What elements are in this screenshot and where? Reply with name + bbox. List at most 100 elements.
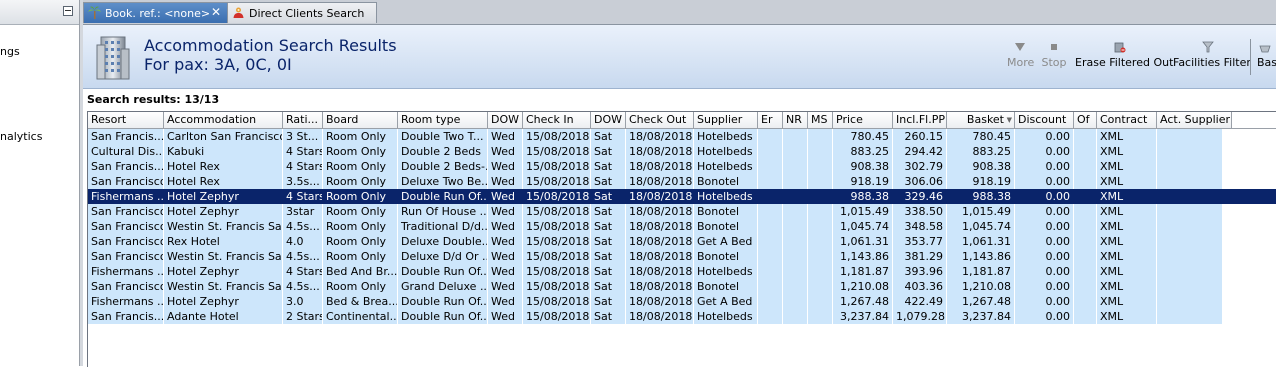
cell-nr [783,279,808,294]
cell-of [1074,264,1097,279]
column-header-er[interactable]: Er [758,112,783,128]
cell-ms [808,144,833,159]
column-header-rating[interactable]: Rati... [283,112,323,128]
cell-price: 1,015.49 [833,204,893,219]
cell-nr [783,189,808,204]
cell-ms [808,129,833,144]
cell-check-in: 15/08/2018 [523,129,591,144]
cell-er [758,189,783,204]
table-row[interactable]: San Francis... Hotel Rex 4 Stars Room Only D… [88,159,1232,174]
left-nav-item[interactable]: ngs [0,45,20,58]
cell-nr [783,159,808,174]
cell-incl-fl-pp: 353.77 [893,234,947,249]
cell-contract: XML [1097,144,1157,159]
cell-nr [783,174,808,189]
column-header-room-type[interactable]: Room type [398,112,488,128]
column-header-check-out[interactable]: Check Out [626,112,694,128]
search-results-count: Search results: 13/13 [87,93,220,106]
column-header-accommodation[interactable]: Accommodation [164,112,283,128]
cell-room-type: Double Run Of... [398,264,488,279]
basket-button[interactable]: Bas [1257,41,1276,69]
cell-resort: Fishermans ... [88,189,164,204]
table-row[interactable]: Fishermans ... Hotel Zephyr 4 Stars Room On… [88,189,1276,204]
collapse-icon[interactable] [63,6,73,16]
column-header-check-in[interactable]: Check In [523,112,591,128]
table-row[interactable]: San Francisco Westin St. Francis Sa... 4.5… [88,249,1232,264]
cell-price: 1,181.87 [833,264,893,279]
table-row[interactable]: San Francisco Westin St. Francis Sa... 4.5… [88,219,1232,234]
column-header-of[interactable]: Of [1074,112,1097,128]
cell-discount: 0.00 [1015,159,1074,174]
cell-basket: 780.45 [947,129,1015,144]
left-panel: ngs nalytics [0,0,80,366]
cell-resort: San Francisco [88,249,164,264]
cell-dow-in: Wed [488,249,523,264]
cell-ms [808,249,833,264]
column-header-contract[interactable]: Contract [1097,112,1157,128]
table-row[interactable]: San Francis... Adante Hotel 2 Stars Contine… [88,309,1232,324]
cell-board: Room Only [323,249,398,264]
column-header-dow-in[interactable]: DOW [488,112,523,128]
cell-incl-fl-pp: 294.42 [893,144,947,159]
cell-board: Room Only [323,219,398,234]
cell-board: Room Only [323,234,398,249]
tab-direct-clients-label: Direct Clients Search [249,7,365,20]
column-header-discount[interactable]: Discount [1015,112,1074,128]
cell-resort: San Francis... [88,129,164,144]
cell-supplier: Bonotel [694,249,758,264]
column-header-resort[interactable]: Resort [88,112,164,128]
tab-booking[interactable]: Book. ref.: <none> ✕ [83,2,228,23]
cell-contract: XML [1097,189,1157,204]
column-header-board[interactable]: Board [323,112,398,128]
cell-er [758,264,783,279]
erase-filtered-out-button[interactable]: Erase Filtered Out [1075,41,1173,69]
cell-dow-in: Wed [488,159,523,174]
cell-board: Room Only [323,174,398,189]
cell-discount: 0.00 [1015,309,1074,324]
cell-rating: 3.0 [283,294,323,309]
cell-accommodation: Westin St. Francis Sa... [164,279,283,294]
table-row[interactable]: Fishermans ... Hotel Zephyr 4 Stars Bed And… [88,264,1232,279]
cell-ms [808,264,833,279]
cell-rating: 4 Stars [283,189,323,204]
tab-direct-clients-search[interactable]: Direct Clients Search [227,2,377,23]
funnel-icon [1202,41,1214,53]
table-row[interactable]: San Francisco Hotel Rex 3.5s... Room Only De… [88,174,1232,189]
column-header-ms[interactable]: MS [808,112,833,128]
column-header-nr[interactable]: NR [783,112,808,128]
table-row[interactable]: San Francisco Rex Hotel 4.0 Room Only Deluxe… [88,234,1232,249]
page-title: Accommodation Search Results [144,36,397,55]
column-header-basket[interactable]: Basket ▼ [947,112,1015,128]
cell-accommodation: Rex Hotel [164,234,283,249]
table-row[interactable]: San Francisco Hotel Zephyr 3star Room Only R… [88,204,1232,219]
results-grid[interactable]: Resort Accommodation Rati... Board Room type… [87,111,1276,367]
facilities-filter-button[interactable]: Facilities Filter [1173,41,1251,69]
cell-resort: San Francisco [88,234,164,249]
table-row[interactable]: Cultural Dis... Kabuki 4 Stars Room Only Dou… [88,144,1232,159]
cell-accommodation: Westin St. Francis Sa... [164,219,283,234]
table-row[interactable]: San Francis... Carlton San Francisco 3 St.… [88,129,1232,144]
cell-dow-out: Sat [591,309,626,324]
cell-incl-fl-pp: 338.50 [893,204,947,219]
cell-check-out: 18/08/2018 [626,219,694,234]
cell-act-supplier [1157,279,1232,294]
column-header-supplier[interactable]: Supplier [694,112,758,128]
cell-of [1074,189,1097,204]
table-row[interactable]: Fishermans ... Hotel Zephyr 3.0 Bed & Brea.… [88,294,1232,309]
cell-resort: Fishermans ... [88,294,164,309]
more-button[interactable]: More [1007,41,1034,69]
cell-rating: 4 Stars [283,144,323,159]
cell-room-type: Run Of House ... [398,204,488,219]
stop-button[interactable]: Stop [1040,41,1068,69]
cell-dow-in: Wed [488,294,523,309]
cell-supplier: Bonotel [694,174,758,189]
column-header-incl-fl-pp[interactable]: Incl.Fl.PP [893,112,947,128]
column-header-price[interactable]: Price [833,112,893,128]
table-row[interactable]: San Francisco Westin St. Francis Sa... 4.5… [88,279,1232,294]
column-header-act-supplier[interactable]: Act. Supplier [1157,112,1232,128]
column-header-dow-out[interactable]: DOW [591,112,626,128]
left-nav-item[interactable]: nalytics [0,130,42,143]
facilities-filter-label: Facilities Filter [1173,56,1251,69]
cell-dow-out: Sat [591,249,626,264]
close-icon[interactable]: ✕ [211,5,221,19]
